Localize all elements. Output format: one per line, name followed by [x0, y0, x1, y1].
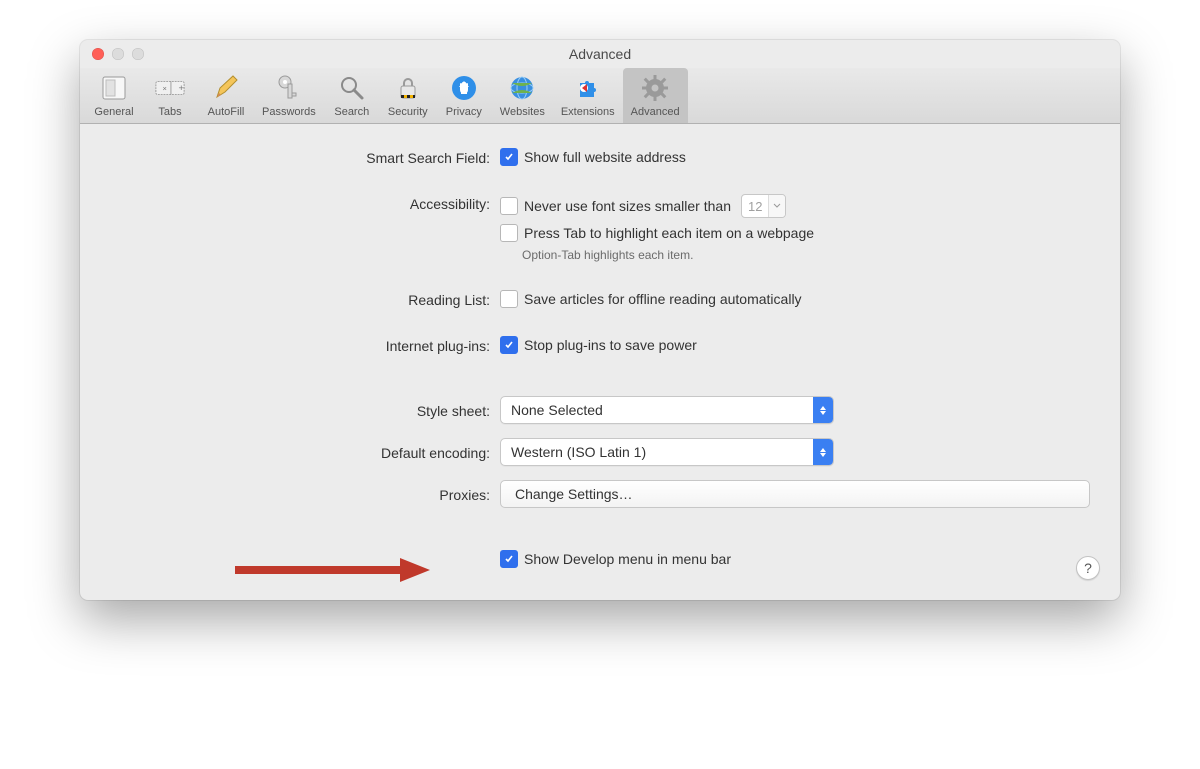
- tab-privacy[interactable]: Privacy: [436, 68, 492, 123]
- puzzle-icon: [572, 72, 604, 104]
- change-settings-button[interactable]: Change Settings…: [500, 480, 1090, 508]
- preferences-toolbar: General ×+ Tabs AutoFill Passwords: [80, 68, 1120, 124]
- svg-text:+: +: [178, 82, 184, 93]
- min-font-size-checkbox[interactable]: [500, 197, 518, 215]
- close-window-button[interactable]: [92, 48, 104, 60]
- min-font-size-stepper[interactable]: 12: [741, 194, 786, 218]
- globe-icon: [506, 72, 538, 104]
- show-full-address-label: Show full website address: [524, 149, 686, 165]
- tab-search[interactable]: Search: [324, 68, 380, 123]
- show-full-address-checkbox[interactable]: [500, 148, 518, 166]
- reading-list-label: Reading List:: [110, 290, 500, 308]
- encoding-label: Default encoding:: [110, 443, 500, 461]
- tab-general[interactable]: General: [86, 68, 142, 123]
- stop-plugins-checkbox[interactable]: [500, 336, 518, 354]
- show-develop-menu-label: Show Develop menu in menu bar: [524, 551, 731, 567]
- tab-security[interactable]: Security: [380, 68, 436, 123]
- plugins-label: Internet plug-ins:: [110, 336, 500, 354]
- encoding-select[interactable]: Western (ISO Latin 1): [500, 438, 834, 466]
- zoom-window-button[interactable]: [132, 48, 144, 60]
- accessibility-label: Accessibility:: [110, 194, 500, 212]
- tab-tabs[interactable]: ×+ Tabs: [142, 68, 198, 123]
- tabs-icon: ×+: [154, 72, 186, 104]
- show-develop-menu-checkbox[interactable]: [500, 550, 518, 568]
- smart-search-label: Smart Search Field:: [110, 148, 500, 166]
- style-sheet-select[interactable]: None Selected: [500, 396, 834, 424]
- window-title: Advanced: [80, 46, 1120, 62]
- help-button[interactable]: ?: [1076, 556, 1100, 580]
- style-sheet-label: Style sheet:: [110, 401, 500, 419]
- stop-plugins-label: Stop plug-ins to save power: [524, 337, 697, 353]
- tab-extensions[interactable]: Extensions: [553, 68, 623, 123]
- option-tab-note: Option-Tab highlights each item.: [522, 248, 1090, 262]
- svg-text:×: ×: [162, 84, 166, 93]
- hand-icon: [448, 72, 480, 104]
- tab-highlight-label: Press Tab to highlight each item on a we…: [524, 225, 814, 241]
- tab-autofill[interactable]: AutoFill: [198, 68, 254, 123]
- pencil-icon: [210, 72, 242, 104]
- min-font-size-label: Never use font sizes smaller than: [524, 198, 731, 214]
- preferences-window: Advanced General ×+ Tabs AutoFill: [80, 40, 1120, 600]
- gear-icon: [639, 72, 671, 104]
- proxies-label: Proxies:: [110, 485, 500, 503]
- tab-advanced[interactable]: Advanced: [623, 68, 688, 123]
- annotation-arrow-icon: [230, 555, 430, 585]
- tab-highlight-checkbox[interactable]: [500, 224, 518, 242]
- key-icon: [273, 72, 305, 104]
- offline-reading-label: Save articles for offline reading automa…: [524, 291, 802, 307]
- chevron-down-icon: [768, 195, 785, 217]
- tab-websites[interactable]: Websites: [492, 68, 553, 123]
- magnifier-icon: [336, 72, 368, 104]
- updown-icon: [813, 397, 833, 423]
- tab-passwords[interactable]: Passwords: [254, 68, 324, 123]
- minimize-window-button[interactable]: [112, 48, 124, 60]
- titlebar: Advanced: [80, 40, 1120, 68]
- lock-icon: [392, 72, 424, 104]
- advanced-pane: Smart Search Field: Show full website ad…: [80, 124, 1120, 600]
- updown-icon: [813, 439, 833, 465]
- switch-icon: [98, 72, 130, 104]
- offline-reading-checkbox[interactable]: [500, 290, 518, 308]
